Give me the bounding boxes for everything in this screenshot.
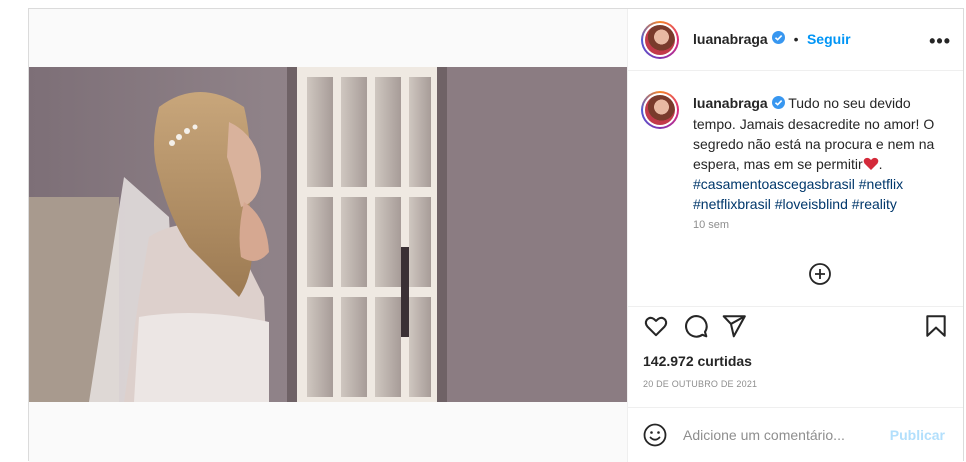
share-icon[interactable] xyxy=(721,313,747,339)
caption-end: . xyxy=(878,156,883,173)
header-user-line: luanabraga • Seguir xyxy=(693,31,851,49)
post-media-area xyxy=(29,9,628,462)
emoji-icon[interactable] xyxy=(643,423,667,447)
follow-separator: • xyxy=(793,31,799,48)
verified-badge-icon xyxy=(772,31,786,49)
hashtag-link[interactable]: #netflixbrasil xyxy=(693,196,771,212)
post-sidebar: luanabraga • Seguir ••• luanabraga Tudo … xyxy=(627,9,963,462)
heart-icon[interactable] xyxy=(643,313,669,339)
bookmark-icon[interactable] xyxy=(923,313,949,339)
post-header: luanabraga • Seguir ••• xyxy=(627,9,963,71)
post-container: luanabraga • Seguir ••• luanabraga Tudo … xyxy=(28,8,964,462)
more-options-icon[interactable]: ••• xyxy=(929,31,951,52)
add-circle-icon[interactable] xyxy=(809,263,831,285)
post-video[interactable] xyxy=(29,67,627,402)
likes-count[interactable]: 142.972 curtidas xyxy=(643,353,752,369)
publish-button[interactable]: Publicar xyxy=(890,427,945,443)
post-caption: luanabraga Tudo no seu devido tempo. Jam… xyxy=(693,93,949,214)
hashtag-link[interactable]: #loveisblind xyxy=(775,196,848,212)
video-frame-illustration xyxy=(29,67,627,402)
hashtag-link[interactable]: #reality xyxy=(852,196,897,212)
caption-username[interactable]: luanabraga xyxy=(693,95,768,111)
post-date: 20 DE OUTUBRO DE 2021 xyxy=(643,379,758,389)
caption-time[interactable]: 10 sem xyxy=(693,219,729,231)
header-avatar[interactable] xyxy=(641,21,679,59)
comments-area: luanabraga Tudo no seu devido tempo. Jam… xyxy=(627,71,963,307)
verified-badge-icon xyxy=(771,94,785,114)
comment-input[interactable] xyxy=(683,425,883,445)
comment-icon[interactable] xyxy=(683,313,709,339)
hashtag-link[interactable]: #casamentoascegasbrasil xyxy=(693,176,855,192)
comment-box: Publicar xyxy=(627,407,963,462)
header-username[interactable]: luanabraga xyxy=(693,31,768,47)
follow-button[interactable]: Seguir xyxy=(807,31,851,47)
hashtag-link[interactable]: #netflix xyxy=(859,176,903,192)
action-bar xyxy=(627,309,963,347)
red-heart-emoji xyxy=(863,156,879,172)
caption-avatar[interactable] xyxy=(641,91,679,129)
